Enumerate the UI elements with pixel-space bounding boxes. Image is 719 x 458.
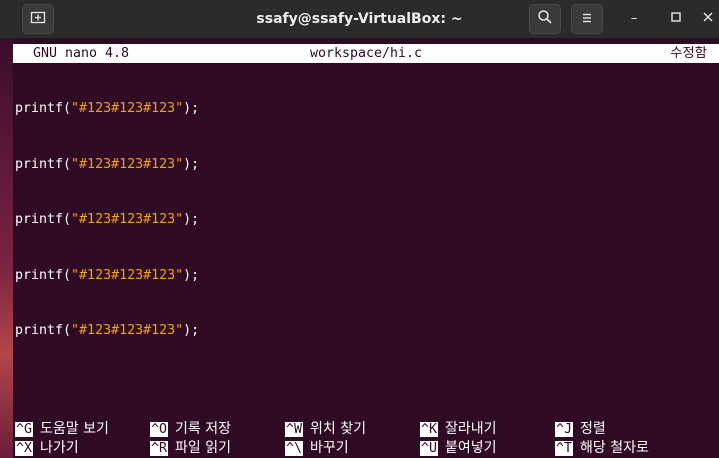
shortcut-replace: ^\ 바꾸기: [285, 440, 349, 456]
menu-button[interactable]: [571, 4, 603, 34]
shortcut-write-out: ^O 기록 저장: [150, 421, 231, 437]
window-title: ssafy@ssafy-VirtualBox: ~: [256, 11, 463, 27]
terminal-content[interactable]: GNU nano 4.8 workspace/hi.c 수정함 printf("…: [13, 44, 719, 458]
code-line: printf("#123#123#123");: [15, 156, 200, 172]
shortcut-exit: ^X 나가기: [15, 440, 79, 456]
shortcut-help: ^G 도움말 보기: [15, 421, 109, 437]
shortcut-cut: ^K 잘라내기: [420, 421, 497, 437]
title-bar: ssafy@ssafy-VirtualBox: ~ –: [0, 0, 719, 39]
maximize-icon: [671, 11, 681, 26]
shortcut-to-spell: ^T 해당 철자로: [555, 440, 649, 456]
code-line: printf("#123#123#123");: [15, 267, 200, 283]
shortcut-read-file: ^R 파일 읽기: [150, 440, 231, 456]
search-icon: [537, 9, 553, 29]
code-line: printf("#123#123#123");: [15, 323, 200, 338]
nano-filename: workspace/hi.c: [309, 46, 423, 61]
close-icon: [703, 11, 713, 26]
maximize-button[interactable]: [664, 0, 688, 38]
shortcut-where-is: ^W 위치 찾기: [285, 421, 366, 437]
close-button[interactable]: [696, 0, 719, 38]
code-line: printf("#123#123#123");: [15, 212, 200, 227]
nano-header-bar: GNU nano 4.8 workspace/hi.c 수정함: [13, 44, 719, 63]
code-line: printf("#123#123#123");: [15, 101, 200, 116]
terminal-window: ssafy@ssafy-VirtualBox: ~ – GNU nano 4.8…: [0, 0, 719, 458]
hamburger-menu-icon: [580, 10, 594, 29]
shortcut-justify: ^J 정렬: [555, 421, 606, 437]
desktop-wallpaper-edge: [0, 38, 13, 458]
minimize-button[interactable]: –: [622, 0, 646, 38]
search-button[interactable]: [529, 4, 561, 34]
shortcut-paste: ^U 붙여넣기: [420, 440, 497, 456]
minimize-icon: –: [630, 11, 638, 26]
nano-modified-status: 수정함: [670, 46, 707, 61]
editor-buffer[interactable]: printf("#123#123#123"); printf("#123#123…: [15, 63, 199, 378]
nano-shortcut-bar: ^G 도움말 보기 ^O 기록 저장 ^W 위치 찾기 ^K 잘라내기 ^J 정렬 ^X 나…: [13, 420, 719, 458]
